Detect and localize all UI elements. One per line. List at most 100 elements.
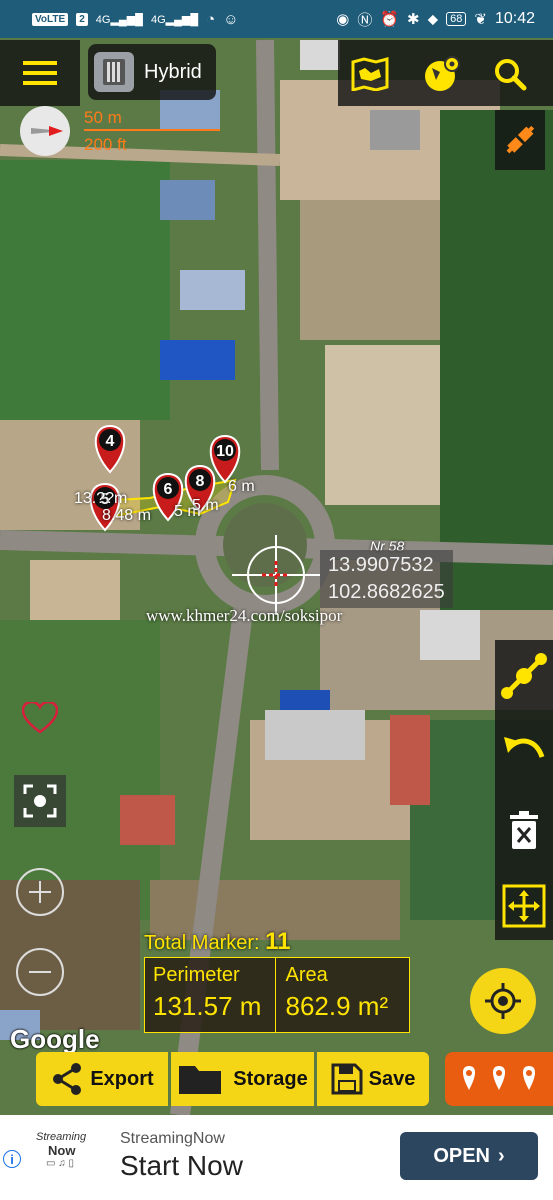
heart-icon: [22, 702, 58, 734]
top-right-toolbar: [338, 40, 553, 106]
floppy-disk-icon: [331, 1063, 363, 1095]
share-icon: [53, 1063, 82, 1095]
status-right: ◉ Ⓝ ⏰ ✱ ⬥ 68 ❦ 10:42: [336, 9, 535, 30]
screenshot-button[interactable]: [14, 775, 66, 827]
signal-1-label: 4G: [95, 13, 111, 26]
perimeter-label: Perimeter: [153, 964, 240, 986]
folder-icon: [179, 1066, 222, 1094]
delete-button[interactable]: [495, 800, 553, 860]
total-marker: Total Marker: 11: [144, 928, 291, 956]
battery-indicator: 68: [446, 12, 467, 26]
area-label: Area: [285, 964, 328, 986]
scale-imperial: 200 ft: [84, 135, 127, 154]
marker-pin[interactable]: 4: [94, 424, 126, 474]
signal-2-label: 4G: [150, 13, 166, 26]
status-left: VoLTE 2 4G▂▄▆█ 4G▂▄▆█ ◔ ☺: [32, 11, 239, 28]
scale-line: [84, 129, 220, 131]
plug-icon: [506, 125, 535, 154]
area-value: 862.9 m²: [285, 991, 389, 1021]
compass-button[interactable]: [20, 106, 70, 156]
volte-badge: VoLTE: [32, 12, 69, 26]
user-status-icon: ☺: [223, 10, 239, 28]
save-button[interactable]: Save: [317, 1052, 429, 1106]
compass-needle-icon: [31, 126, 63, 136]
watermark: www.khmer24.com/soksipor: [146, 606, 343, 625]
perimeter-value: 131.57 m: [153, 991, 262, 1021]
expand-arrows-icon: [502, 884, 546, 928]
zoom-in-button[interactable]: [16, 868, 64, 916]
location-icon: ⬥: [427, 10, 439, 28]
segment-label: 5 m: [192, 497, 219, 514]
ad-brand-line2: Now: [48, 1143, 76, 1158]
storage-label: Storage: [233, 1067, 308, 1090]
hamburger-icon: [23, 61, 57, 85]
alarm-icon: ⏰: [380, 11, 400, 28]
marker-group: 4 5 6 8 10: [89, 424, 241, 532]
search-icon: [495, 59, 527, 91]
trash-icon: [510, 811, 538, 849]
ad-info-icon[interactable]: i: [3, 1150, 21, 1168]
total-marker-value: 11: [265, 928, 291, 955]
marker-label: 4: [106, 433, 115, 450]
map-book-button[interactable]: [350, 54, 390, 94]
scale-metric: 50 m: [84, 108, 122, 127]
total-marker-label: Total Marker:: [144, 932, 260, 954]
clock-time: 10:42: [494, 10, 535, 27]
crosshair-icon: [232, 535, 320, 615]
ad-brand-logo: Streaming Now ▭ ♫ ▯: [36, 1131, 96, 1169]
segment-label: 8.48 m: [102, 507, 151, 524]
longitude-value: 102.8682625: [328, 581, 445, 603]
latitude-value: 13.9907532: [328, 554, 434, 576]
gps-target-icon: [485, 983, 521, 1019]
right-tools-panel: [495, 640, 553, 940]
marker-pin[interactable]: 10: [209, 434, 241, 484]
signal-2-icon: 4G▂▄▆█: [150, 13, 199, 26]
zoom-out-button[interactable]: [16, 948, 64, 996]
marker-label: 6: [164, 481, 173, 498]
save-label: Save: [368, 1067, 416, 1090]
my-location-button[interactable]: [470, 968, 536, 1034]
fit-bounds-button[interactable]: [495, 876, 553, 936]
plus-icon: [29, 881, 51, 903]
google-logo: Google: [10, 1024, 100, 1054]
eye-icon: ◉: [336, 11, 350, 28]
ad-open-button[interactable]: OPEN ›: [400, 1132, 538, 1180]
sim-slot-badge: 2: [76, 12, 88, 26]
favorite-button[interactable]: [20, 698, 60, 738]
export-label: Export: [90, 1067, 154, 1090]
undo-button[interactable]: [495, 720, 553, 780]
export-button[interactable]: Export: [36, 1052, 168, 1106]
perimeter-box: Perimeter 131.57 m: [145, 958, 276, 1032]
connect-button[interactable]: [495, 110, 545, 170]
ad-open-label: OPEN: [433, 1144, 490, 1167]
markers-mode-button[interactable]: [445, 1052, 553, 1106]
ad-title: StreamingNow: [120, 1130, 225, 1147]
globe-pin-icon: [425, 56, 460, 91]
chevron-right-icon: ›: [498, 1144, 505, 1167]
marker-label: 8: [196, 473, 205, 490]
coordinates-readout: 13.9907532 102.8682625: [320, 550, 453, 608]
wifi-icon: ◔: [206, 10, 216, 28]
multiple-pins-icon: [462, 1066, 536, 1090]
scale-bar: 50 m 200 ft: [84, 108, 224, 156]
ad-brand-line1: Streaming: [36, 1131, 87, 1143]
bluetooth-icon: ✱: [407, 11, 420, 28]
segment-label: 6 m: [228, 478, 255, 495]
globe-location-button[interactable]: [420, 52, 464, 96]
line-measure-icon: [501, 653, 547, 699]
map-type-label: Hybrid: [144, 60, 202, 83]
measurement-panel: Perimeter 131.57 m Area 862.9 m²: [144, 957, 410, 1033]
search-button[interactable]: [490, 54, 530, 94]
focus-frame-icon: [23, 784, 57, 818]
measure-tool-button[interactable]: [495, 646, 553, 706]
ad-headline: Start Now: [120, 1150, 243, 1181]
signal-1-icon: 4G▂▄▆█: [95, 13, 143, 26]
segment-label: 13.??m: [74, 490, 128, 507]
storage-button[interactable]: Storage: [171, 1052, 314, 1106]
ad-device-icons: ▭ ♫ ▯: [46, 1158, 75, 1169]
map-type-button[interactable]: Hybrid: [88, 44, 216, 100]
menu-button[interactable]: [0, 40, 80, 106]
minus-icon: [29, 971, 51, 973]
status-bar: VoLTE 2 4G▂▄▆█ 4G▂▄▆█ ◔ ☺ ◉ Ⓝ ⏰ ✱ ⬥ 68 ❦…: [0, 0, 553, 38]
map-layers-icon: [94, 52, 134, 92]
